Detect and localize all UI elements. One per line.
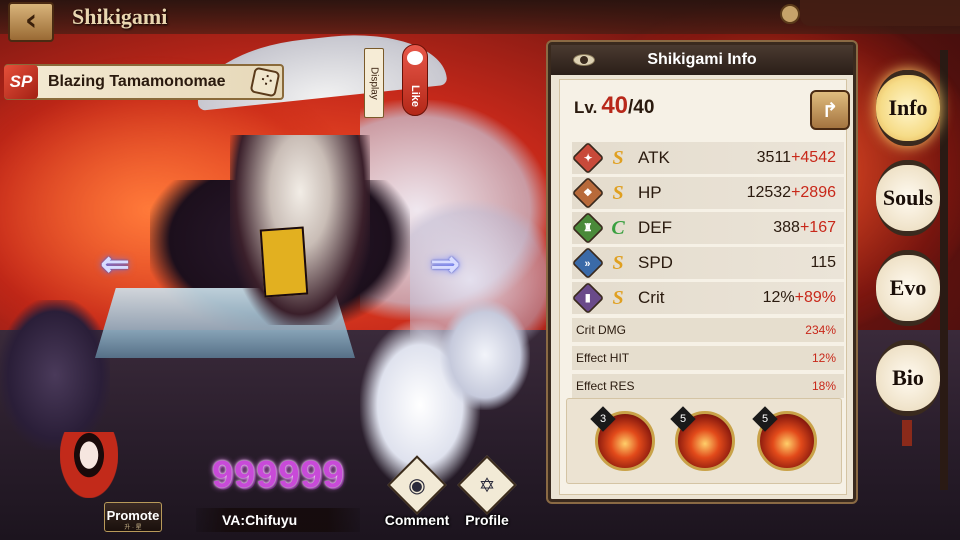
level-current: 40 [601,92,629,119]
display-button[interactable]: Display [364,48,384,118]
sub-stat-name: Crit DMG [576,323,626,337]
tab-info[interactable]: Info [876,70,940,146]
sub-stat-row: Effect RES 18% [572,374,844,398]
tab-souls[interactable]: Souls [876,160,940,236]
rarity-badge: SP [4,65,38,99]
character-name: Blazing Tamamonomae [48,73,226,90]
sub-stat-value: 18% [811,379,836,393]
coin-count: 999999 [212,454,345,496]
display-label: Display [368,66,380,100]
crit-icon: ▮ [571,281,605,315]
skill-level: 5 [679,413,687,425]
def-icon: ♜ [571,211,605,245]
level-display: Lv. 40/40 [574,92,654,120]
sub-stat-row: Effect HIT 12% [572,346,844,370]
skill-level: 3 [599,413,607,425]
level-max: /40 [628,97,655,118]
stat-value: 12%+89% [762,289,836,306]
prev-arrow-icon[interactable]: ⇐ [100,244,130,285]
tab-bio[interactable]: Bio [876,340,940,416]
promote-avatar-icon[interactable] [60,432,118,498]
stat-row-crit: ▮ S Crit 12%+89% [571,281,844,315]
promote-label: Promote [106,508,160,523]
stat-grade: S [612,287,624,309]
lantern-pole [940,50,948,490]
stat-name: Crit [638,288,665,307]
lantern-tassel [902,420,912,446]
shikigami-info-panel: Shikigami Info Lv. 40/40 ↱ ✦ S ATK 3511+4542… [548,42,856,502]
sub-stat-row: Crit DMG 234% [572,318,844,342]
like-button[interactable]: Like [402,44,428,116]
stat-grade: C [611,217,625,239]
stat-grade: S [612,147,624,169]
screen-title: Shikigami [72,4,168,29]
stat-grade: S [612,252,624,274]
character-sash [259,226,309,298]
comment-button[interactable]: ◉ Comment [382,455,452,530]
profile-button[interactable]: ✡ Profile [452,455,522,530]
profile-icon: ✡ [457,455,517,515]
dice-icon[interactable] [249,66,281,98]
panel-header: Shikigami Info [551,45,853,75]
sub-stat-value: 234% [805,323,836,337]
skill-1-icon[interactable]: 3 [590,406,655,471]
stat-name: ATK [638,148,670,167]
skills-box: 3 5 5 [566,398,842,484]
level-label: Lv. [574,98,598,117]
back-button[interactable]: ‹ [8,2,54,42]
sub-stat-name: Effect HIT [576,351,630,365]
stat-value: 115 [810,254,836,271]
eye-icon[interactable] [573,54,595,66]
atk-icon: ✦ [571,141,605,175]
currency-bar [800,0,960,26]
panel-body: Lv. 40/40 ↱ ✦ S ATK 3511+4542 ❖ S HP 12532+2896 ♜… [559,79,850,495]
stat-row-atk: ✦ S ATK 3511+4542 [571,141,844,175]
panel-title: Shikigami Info [647,51,757,68]
stat-value: 3511+4542 [756,149,836,166]
stat-grade: S [612,182,624,204]
next-arrow-icon[interactable]: ⇒ [430,244,460,285]
stat-value: 388+167 [773,219,836,236]
sub-stat-name: Effect RES [576,379,635,393]
character-name-plate: SP Blazing Tamamonomae [4,64,284,100]
spd-icon: » [571,246,605,280]
stat-row-hp: ❖ S HP 12532+2896 [571,176,844,210]
white-fox-tail [440,300,530,410]
skill-2-icon[interactable]: 5 [670,406,735,471]
tab-evo[interactable]: Evo [876,250,940,326]
skill-3-icon[interactable]: 5 [752,406,817,471]
comment-icon: ◉ [387,455,447,515]
stat-name: DEF [638,218,672,237]
voice-actor-label[interactable]: VA:Chifuyu [196,508,360,532]
stat-value: 12532+2896 [746,184,836,201]
hp-icon: ❖ [571,176,605,210]
promote-button[interactable]: Promote 升 · 星 [104,502,162,532]
sub-stat-value: 12% [811,351,836,365]
coin-icon [780,4,800,24]
skill-level: 5 [761,413,769,425]
promote-sub-label: 升 · 星 [124,525,142,531]
share-button[interactable]: ↱ [810,90,850,130]
share-icon: ↱ [821,98,839,122]
stat-name: SPD [638,253,673,272]
back-arrow-icon: ‹ [24,3,38,38]
stat-row-def: ♜ C DEF 388+167 [571,211,844,245]
like-label: Like [409,84,421,107]
stat-row-spd: » S SPD 115 [571,246,844,280]
shadow-fox [0,300,110,450]
stat-name: HP [638,183,662,202]
